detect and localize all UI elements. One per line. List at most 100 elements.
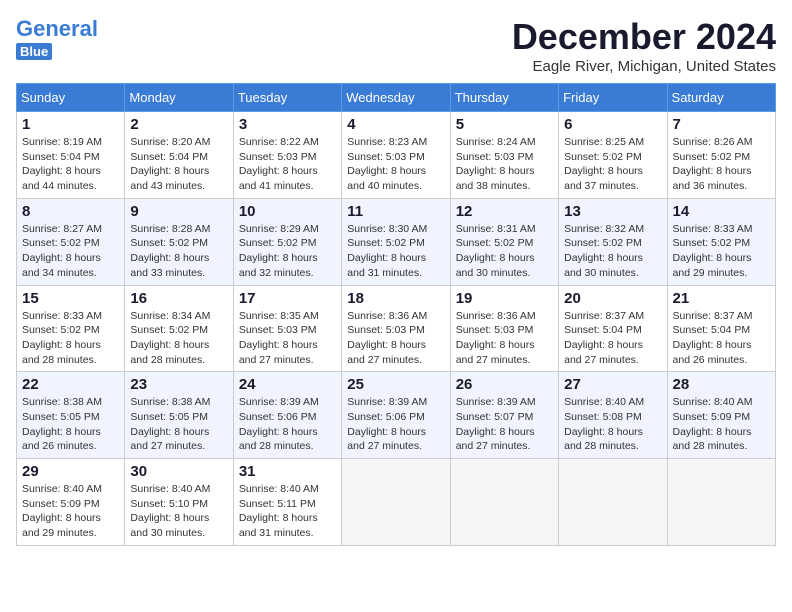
day-number: 17 (239, 290, 336, 307)
day-info: Sunrise: 8:40 AM Sunset: 5:10 PM Dayligh… (130, 482, 227, 541)
calendar-cell: 21 Sunrise: 8:37 AM Sunset: 5:04 PM Dayli… (667, 285, 775, 372)
calendar-cell: 22 Sunrise: 8:38 AM Sunset: 5:05 PM Dayli… (17, 372, 125, 459)
month-title: December 2024 (512, 16, 776, 58)
calendar-cell: 24Sunrise: 8:39 AM Sunset: 5:06 PM Dayli… (233, 372, 341, 459)
title-section: December 2024 Eagle River, Michigan, Uni… (512, 16, 776, 75)
day-info: Sunrise: 8:37 AM Sunset: 5:04 PM Dayligh… (564, 309, 661, 368)
day-info: Sunrise: 8:38 AM Sunset: 5:05 PM Dayligh… (22, 395, 119, 454)
calendar-cell: 14 Sunrise: 8:33 AM Sunset: 5:02 PM Dayli… (667, 198, 775, 285)
day-info: Sunrise: 8:26 AM Sunset: 5:02 PM Dayligh… (673, 135, 770, 194)
calendar-week-row: 15 Sunrise: 8:33 AM Sunset: 5:02 PM Dayli… (17, 285, 776, 372)
day-info: Sunrise: 8:34 AM Sunset: 5:02 PM Dayligh… (130, 309, 227, 368)
calendar-cell: 31 Sunrise: 8:40 AM Sunset: 5:11 PM Dayli… (233, 459, 341, 546)
day-info: Sunrise: 8:40 AM Sunset: 5:09 PM Dayligh… (22, 482, 119, 541)
day-number: 23 (130, 376, 227, 393)
day-number: 22 (22, 376, 119, 393)
day-number: 20 (564, 290, 661, 307)
day-number: 30 (130, 463, 227, 480)
day-info: Sunrise: 8:28 AM Sunset: 5:02 PM Dayligh… (130, 222, 227, 281)
day-info: Sunrise: 8:19 AM Sunset: 5:04 PM Dayligh… (22, 135, 119, 194)
calendar-cell: 5 Sunrise: 8:24 AM Sunset: 5:03 PM Daylig… (450, 112, 558, 199)
calendar-cell: 20 Sunrise: 8:37 AM Sunset: 5:04 PM Dayli… (559, 285, 667, 372)
logo: General Blue (16, 16, 98, 60)
day-number: 21 (673, 290, 770, 307)
day-info: Sunrise: 8:23 AM Sunset: 5:03 PM Dayligh… (347, 135, 444, 194)
day-number: 31 (239, 463, 336, 480)
day-info: Sunrise: 8:40 AM Sunset: 5:11 PM Dayligh… (239, 482, 336, 541)
day-info: Sunrise: 8:33 AM Sunset: 5:02 PM Dayligh… (22, 309, 119, 368)
day-header-wednesday: Wednesday (342, 84, 450, 112)
day-info: Sunrise: 8:37 AM Sunset: 5:04 PM Dayligh… (673, 309, 770, 368)
calendar-cell (667, 459, 775, 546)
calendar-cell: 30 Sunrise: 8:40 AM Sunset: 5:10 PM Dayli… (125, 459, 233, 546)
calendar-cell (450, 459, 558, 546)
day-number: 27 (564, 376, 661, 393)
day-number: 6 (564, 116, 661, 133)
day-info: Sunrise: 8:30 AM Sunset: 5:02 PM Dayligh… (347, 222, 444, 281)
calendar-cell: 26Sunrise: 8:39 AM Sunset: 5:07 PM Dayli… (450, 372, 558, 459)
calendar-cell: 17Sunrise: 8:35 AM Sunset: 5:03 PM Dayli… (233, 285, 341, 372)
day-info: Sunrise: 8:38 AM Sunset: 5:05 PM Dayligh… (130, 395, 227, 454)
calendar-cell: 3 Sunrise: 8:22 AM Sunset: 5:03 PM Daylig… (233, 112, 341, 199)
day-info: Sunrise: 8:25 AM Sunset: 5:02 PM Dayligh… (564, 135, 661, 194)
day-info: Sunrise: 8:29 AM Sunset: 5:02 PM Dayligh… (239, 222, 336, 281)
day-number: 10 (239, 203, 336, 220)
day-info: Sunrise: 8:36 AM Sunset: 5:03 PM Dayligh… (456, 309, 553, 368)
calendar-table: SundayMondayTuesdayWednesdayThursdayFrid… (16, 83, 776, 546)
day-info: Sunrise: 8:31 AM Sunset: 5:02 PM Dayligh… (456, 222, 553, 281)
day-number: 26 (456, 376, 553, 393)
calendar-cell (559, 459, 667, 546)
calendar-cell: 8 Sunrise: 8:27 AM Sunset: 5:02 PM Daylig… (17, 198, 125, 285)
day-number: 29 (22, 463, 119, 480)
calendar-week-row: 8 Sunrise: 8:27 AM Sunset: 5:02 PM Daylig… (17, 198, 776, 285)
day-number: 12 (456, 203, 553, 220)
calendar-cell: 4 Sunrise: 8:23 AM Sunset: 5:03 PM Daylig… (342, 112, 450, 199)
calendar-cell: 1Sunrise: 8:19 AM Sunset: 5:04 PM Daylig… (17, 112, 125, 199)
calendar-cell: 16 Sunrise: 8:34 AM Sunset: 5:02 PM Dayli… (125, 285, 233, 372)
day-info: Sunrise: 8:24 AM Sunset: 5:03 PM Dayligh… (456, 135, 553, 194)
calendar-week-row: 1Sunrise: 8:19 AM Sunset: 5:04 PM Daylig… (17, 112, 776, 199)
calendar-cell: 9 Sunrise: 8:28 AM Sunset: 5:02 PM Daylig… (125, 198, 233, 285)
day-info: Sunrise: 8:40 AM Sunset: 5:08 PM Dayligh… (564, 395, 661, 454)
day-header-friday: Friday (559, 84, 667, 112)
calendar-cell: 12 Sunrise: 8:31 AM Sunset: 5:02 PM Dayli… (450, 198, 558, 285)
day-info: Sunrise: 8:33 AM Sunset: 5:02 PM Dayligh… (673, 222, 770, 281)
calendar-cell: 7Sunrise: 8:26 AM Sunset: 5:02 PM Daylig… (667, 112, 775, 199)
day-number: 24 (239, 376, 336, 393)
calendar-cell: 25 Sunrise: 8:39 AM Sunset: 5:06 PM Dayli… (342, 372, 450, 459)
day-number: 2 (130, 116, 227, 133)
calendar-cell: 11 Sunrise: 8:30 AM Sunset: 5:02 PM Dayli… (342, 198, 450, 285)
day-info: Sunrise: 8:36 AM Sunset: 5:03 PM Dayligh… (347, 309, 444, 368)
calendar-header-row: SundayMondayTuesdayWednesdayThursdayFrid… (17, 84, 776, 112)
calendar-cell: 2 Sunrise: 8:20 AM Sunset: 5:04 PM Daylig… (125, 112, 233, 199)
day-number: 8 (22, 203, 119, 220)
day-info: Sunrise: 8:40 AM Sunset: 5:09 PM Dayligh… (673, 395, 770, 454)
day-info: Sunrise: 8:27 AM Sunset: 5:02 PM Dayligh… (22, 222, 119, 281)
day-info: Sunrise: 8:20 AM Sunset: 5:04 PM Dayligh… (130, 135, 227, 194)
day-number: 9 (130, 203, 227, 220)
calendar-cell: 6 Sunrise: 8:25 AM Sunset: 5:02 PM Daylig… (559, 112, 667, 199)
day-info: Sunrise: 8:39 AM Sunset: 5:06 PM Dayligh… (347, 395, 444, 454)
calendar-week-row: 29 Sunrise: 8:40 AM Sunset: 5:09 PM Dayli… (17, 459, 776, 546)
day-number: 18 (347, 290, 444, 307)
calendar-cell: 27 Sunrise: 8:40 AM Sunset: 5:08 PM Dayli… (559, 372, 667, 459)
day-header-sunday: Sunday (17, 84, 125, 112)
day-header-monday: Monday (125, 84, 233, 112)
calendar-cell: 28Sunrise: 8:40 AM Sunset: 5:09 PM Dayli… (667, 372, 775, 459)
calendar-cell: 19 Sunrise: 8:36 AM Sunset: 5:03 PM Dayli… (450, 285, 558, 372)
day-number: 5 (456, 116, 553, 133)
day-number: 11 (347, 203, 444, 220)
day-header-thursday: Thursday (450, 84, 558, 112)
day-number: 16 (130, 290, 227, 307)
calendar-cell: 10 Sunrise: 8:29 AM Sunset: 5:02 PM Dayli… (233, 198, 341, 285)
day-number: 25 (347, 376, 444, 393)
day-number: 3 (239, 116, 336, 133)
logo-general: General (16, 16, 98, 42)
day-info: Sunrise: 8:22 AM Sunset: 5:03 PM Dayligh… (239, 135, 336, 194)
calendar-cell: 29 Sunrise: 8:40 AM Sunset: 5:09 PM Dayli… (17, 459, 125, 546)
day-number: 15 (22, 290, 119, 307)
day-number: 19 (456, 290, 553, 307)
day-number: 14 (673, 203, 770, 220)
day-number: 13 (564, 203, 661, 220)
day-number: 4 (347, 116, 444, 133)
